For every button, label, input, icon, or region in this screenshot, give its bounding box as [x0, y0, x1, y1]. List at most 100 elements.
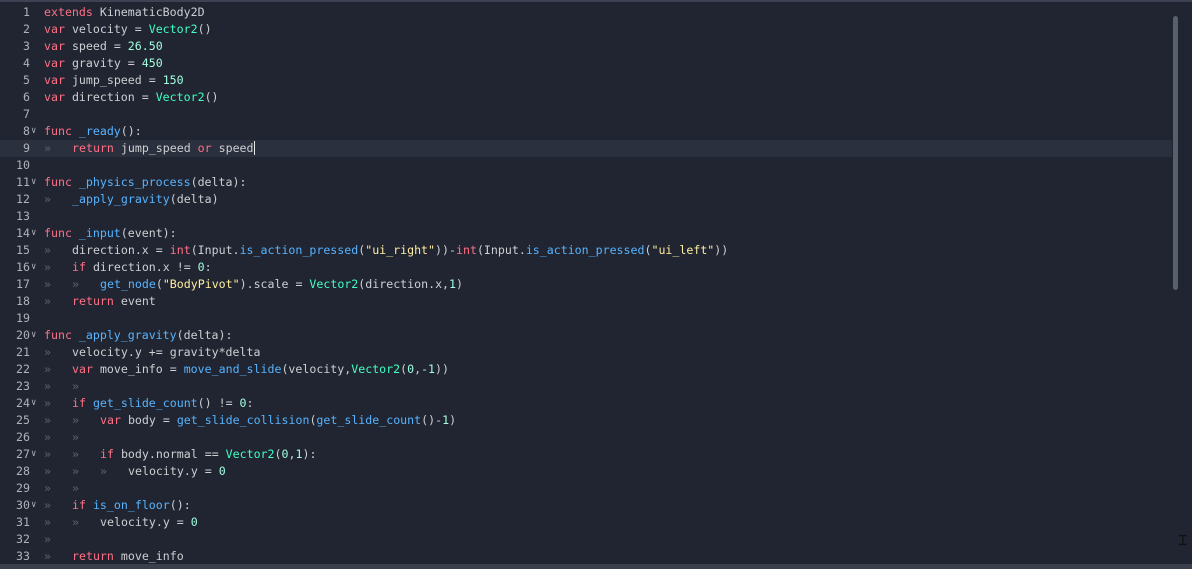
- code-token: Vector2: [351, 362, 401, 376]
- indent-marker-icon: »: [72, 515, 79, 529]
- code-token: direction.x =: [72, 243, 170, 257]
- code-line[interactable]: 33 » return move_info: [0, 548, 1172, 565]
- code-line[interactable]: 25»» var body = get_slide_collision(get_s…: [0, 412, 1172, 429]
- code-line[interactable]: 13: [0, 208, 1172, 225]
- indent-marker-icon: »: [44, 345, 51, 359]
- code-line[interactable]: 15» direction.x = int(Input.is_action_pre…: [0, 242, 1172, 259]
- indent-marker-icon: »: [44, 141, 51, 155]
- fold-chevron-icon[interactable]: ∨: [31, 446, 41, 463]
- code-line[interactable]: 7: [0, 106, 1172, 123]
- code-text: » » get_node("BodyPivot").scale = Vector2(…: [44, 276, 463, 293]
- code-token: 0: [197, 260, 205, 274]
- line-number: 11: [16, 175, 30, 189]
- code-token: 1: [442, 413, 450, 427]
- code-line[interactable]: 26»»: [0, 429, 1172, 446]
- code-line[interactable]: 23»»: [0, 378, 1172, 395]
- code-token: Vector2: [148, 22, 198, 36]
- code-token: var: [72, 362, 93, 376]
- code-line[interactable]: 20 ∨ func _apply_gravity(delta):: [0, 327, 1172, 344]
- horizontal-scrollbar[interactable]: [0, 564, 1192, 569]
- code-token: var: [44, 73, 65, 87]
- line-number: 1: [23, 5, 30, 19]
- indent-marker-icon: »: [44, 447, 51, 461]
- fold-chevron-icon[interactable]: ∨: [31, 225, 41, 242]
- indent-marker-icon: »: [44, 549, 51, 563]
- code-token: return: [72, 294, 114, 308]
- code-token: body.normal ==: [120, 447, 226, 461]
- code-line[interactable]: 11 ∨ func _physics_process(delta):: [0, 174, 1172, 191]
- code-token: ).scale =: [239, 277, 310, 291]
- code-line[interactable]: 12 » _apply_gravity(delta): [0, 191, 1172, 208]
- indent-marker-icon: »: [44, 532, 51, 546]
- code-line[interactable]: 9 » return jump_speed or speed: [0, 140, 1172, 157]
- code-text: func _apply_gravity(delta):: [44, 327, 232, 344]
- code-text: var speed = 26.50: [44, 38, 163, 55]
- code-line[interactable]: 3 var speed = 26.50: [0, 38, 1172, 55]
- code-token: get_slide_count: [92, 396, 198, 410]
- fold-chevron-icon[interactable]: ∨: [31, 123, 41, 140]
- code-token: return: [72, 549, 114, 563]
- code-token: direction.x !=: [92, 260, 198, 274]
- code-line[interactable]: 19: [0, 310, 1172, 327]
- code-text: » » » velocity.y = 0: [44, 463, 226, 480]
- code-token: if: [72, 396, 86, 410]
- code-token: velocity.y =: [128, 464, 219, 478]
- code-token: (velocity,: [281, 362, 352, 376]
- fold-chevron-icon[interactable]: ∨: [31, 259, 41, 276]
- code-token: func: [44, 175, 72, 189]
- code-token: 450: [141, 56, 163, 70]
- code-line[interactable]: 18 » return event: [0, 293, 1172, 310]
- code-token: speed =: [71, 39, 128, 53]
- code-line[interactable]: 28 » » » velocity.y = 0: [0, 463, 1172, 480]
- indent-marker-icon: »: [44, 396, 51, 410]
- code-line[interactable]: 32 »: [0, 531, 1172, 548]
- code-token: if: [72, 498, 86, 512]
- line-number: 22: [16, 362, 30, 376]
- code-line[interactable]: 17 » » get_node("BodyPivot").scale = Vector…: [0, 276, 1172, 293]
- code-line[interactable]: 22 » var move_info = move_and_slide(veloci…: [0, 361, 1172, 378]
- code-line[interactable]: 16 ∨» if direction.x != 0:: [0, 259, 1172, 276]
- code-line[interactable]: 31 » » velocity.y = 0: [0, 514, 1172, 531]
- fold-chevron-icon[interactable]: ∨: [31, 327, 41, 344]
- code-line[interactable]: 4 var gravity = 450: [0, 55, 1172, 72]
- code-token: (Input.: [476, 243, 526, 257]
- code-text: »» var body = get_slide_collision(get_sli…: [44, 412, 456, 429]
- code-line[interactable]: 14 ∨ func _input(event):: [0, 225, 1172, 242]
- code-line[interactable]: 5 var jump_speed = 150: [0, 72, 1172, 89]
- code-text: »»: [44, 429, 100, 446]
- indent-marker-icon: »: [44, 481, 51, 495]
- fold-chevron-icon[interactable]: ∨: [31, 174, 41, 191]
- code-line[interactable]: 10: [0, 157, 1172, 174]
- code-token: "BodyPivot": [162, 277, 240, 291]
- code-line[interactable]: 27 ∨»» if body.normal == Vector2(0,1):: [0, 446, 1172, 463]
- code-token: func: [44, 328, 72, 342]
- code-line[interactable]: 24 ∨» if get_slide_count() != 0:: [0, 395, 1172, 412]
- fold-chevron-icon[interactable]: ∨: [31, 395, 41, 412]
- line-number: 33: [16, 549, 30, 563]
- code-line[interactable]: 1 extends KinematicBody2D: [0, 4, 1172, 21]
- code-text: » return event: [44, 293, 156, 310]
- code-line[interactable]: 2 var velocity = Vector2(): [0, 21, 1172, 38]
- code-line[interactable]: 30 ∨» if is_on_floor():: [0, 497, 1172, 514]
- code-line[interactable]: 8 ∨ func _ready():: [0, 123, 1172, 140]
- code-line[interactable]: 21 » velocity.y += gravity*delta: [0, 344, 1172, 361]
- code-area[interactable]: 1 extends KinematicBody2D 2 var velocity = …: [0, 4, 1172, 565]
- line-number: 8: [23, 124, 30, 138]
- code-line[interactable]: 29»»: [0, 480, 1172, 497]
- code-text: » if get_slide_count() != 0:: [44, 395, 254, 412]
- line-number: 10: [16, 158, 30, 172]
- code-token: (Input.: [190, 243, 240, 257]
- indent-marker-icon: »: [44, 413, 51, 427]
- code-token: body =: [127, 413, 177, 427]
- code-token: ():: [169, 498, 191, 512]
- code-token: jump_speed: [120, 141, 198, 155]
- code-token: () !=: [197, 396, 240, 410]
- code-token: speed: [218, 141, 254, 155]
- code-text: » if direction.x != 0:: [44, 259, 212, 276]
- code-token: var: [44, 39, 65, 53]
- code-token: (: [155, 277, 163, 291]
- code-editor[interactable]: 1 extends KinematicBody2D 2 var velocity = …: [0, 0, 1192, 569]
- fold-chevron-icon[interactable]: ∨: [31, 497, 41, 514]
- code-line[interactable]: 6 var direction = Vector2(): [0, 89, 1172, 106]
- vertical-scrollbar-thumb[interactable]: [1173, 16, 1178, 290]
